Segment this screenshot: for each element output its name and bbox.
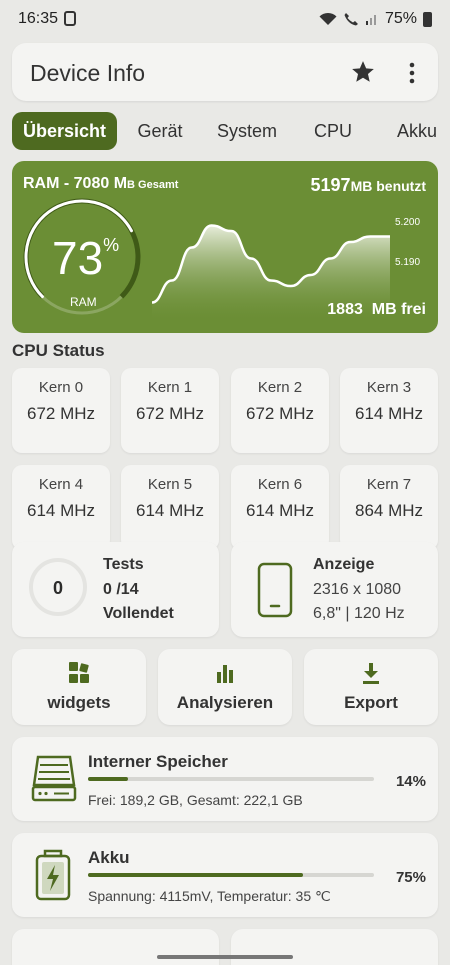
analyze-label: Analysieren xyxy=(176,693,274,712)
tab-cpu[interactable]: CPU xyxy=(302,112,364,150)
widgets-label: widgets xyxy=(47,693,111,712)
app-title: Device Info xyxy=(30,60,146,86)
export-button[interactable]: Export xyxy=(304,649,438,725)
widgets-button[interactable]: widgets xyxy=(12,649,146,725)
core-name: Kern 1 xyxy=(147,379,193,396)
core-card[interactable]: Kern 0 672 MHz xyxy=(12,368,110,453)
core-frequency: 614 MHz xyxy=(245,501,315,520)
tests-title: Tests xyxy=(103,556,144,573)
core-frequency: 672 MHz xyxy=(245,404,315,423)
star-icon[interactable] xyxy=(350,59,376,85)
storage-bar xyxy=(88,777,374,781)
ram-percent: 73% xyxy=(52,232,120,284)
download-icon xyxy=(304,661,438,685)
storage-icon xyxy=(31,755,77,802)
ram-title: RAM - 7080 MB Gesamt xyxy=(23,175,179,192)
bar-chart-icon xyxy=(158,661,292,685)
battery-bar xyxy=(88,873,374,877)
tests-progress: 0 /14 xyxy=(103,581,139,598)
core-card[interactable]: Kern 2 672 MHz xyxy=(231,368,329,453)
core-name: Kern 6 xyxy=(257,476,303,493)
wifi-icon xyxy=(319,12,337,25)
widgets-icon xyxy=(12,661,146,685)
tab-bar: Übersicht Gerät System CPU Akku xyxy=(12,112,450,150)
display-card[interactable]: Anzeige 2316 x 1080 6,8" | 120 Hz xyxy=(231,542,438,637)
storage-title: Interner Speicher xyxy=(88,752,228,771)
core-card[interactable]: Kern 5 614 MHz xyxy=(121,465,219,550)
tab-overview[interactable]: Übersicht xyxy=(12,112,117,150)
display-resolution: 2316 x 1080 xyxy=(313,581,402,598)
core-name: Kern 5 xyxy=(147,476,193,493)
tests-count: 0 xyxy=(52,578,63,598)
partial-card[interactable] xyxy=(12,929,219,965)
core-frequency: 864 MHz xyxy=(354,501,424,520)
core-frequency: 672 MHz xyxy=(26,404,96,423)
tab-device[interactable]: Gerät xyxy=(124,112,196,150)
core-name: Kern 7 xyxy=(366,476,412,493)
storage-percent: 14% xyxy=(395,773,426,790)
core-frequency: 672 MHz xyxy=(135,404,205,423)
core-frequency: 614 MHz xyxy=(26,501,96,520)
chart-tick-label: 5.190 xyxy=(395,257,421,268)
core-name: Kern 3 xyxy=(366,379,412,396)
display-spec: 6,8" | 120 Hz xyxy=(313,605,405,622)
core-card[interactable]: Kern 1 672 MHz xyxy=(121,368,219,453)
core-card[interactable]: Kern 7 864 MHz xyxy=(340,465,438,550)
battery-charging-icon xyxy=(35,849,71,901)
chart-tick-label: 5.200 xyxy=(395,217,421,228)
ram-gauge-label: RAM xyxy=(70,295,97,309)
cpu-status-heading: CPU Status xyxy=(12,341,105,360)
core-card[interactable]: Kern 3 614 MHz xyxy=(340,368,438,453)
export-label: Export xyxy=(344,693,398,712)
storage-detail: Frei: 189,2 GB, Gesamt: 222,1 GB xyxy=(88,792,303,808)
app-bar: Device Info xyxy=(12,43,438,101)
status-time: 16:35 xyxy=(18,10,59,27)
battery-title: Akku xyxy=(88,848,130,867)
core-frequency: 614 MHz xyxy=(135,501,205,520)
tab-system[interactable]: System xyxy=(208,112,286,150)
tests-ring: 0 xyxy=(29,558,87,616)
tab-battery[interactable]: Akku xyxy=(386,112,448,150)
storage-card[interactable]: Interner Speicher 14% Frei: 189,2 GB, Ge… xyxy=(12,737,438,821)
phone-icon xyxy=(257,562,293,618)
gesture-nav-bar[interactable] xyxy=(157,955,293,959)
core-name: Kern 2 xyxy=(257,379,303,396)
call-icon xyxy=(344,13,358,26)
core-card[interactable]: Kern 4 614 MHz xyxy=(12,465,110,550)
battery-detail: Spannung: 4115mV, Temperatur: 35 ℃ xyxy=(88,888,331,904)
storage-bar-fill xyxy=(88,777,129,781)
status-icons: 75% xyxy=(319,10,432,28)
ram-used: 5197MB benutzt xyxy=(310,175,426,195)
battery-text: 75% xyxy=(384,10,417,27)
battery-card[interactable]: Akku 75% Spannung: 4115mV, Temperatur: 3… xyxy=(12,833,438,917)
status-bar: 16:35 75% xyxy=(0,0,450,40)
core-card[interactable]: Kern 6 614 MHz xyxy=(231,465,329,550)
analyze-button[interactable]: Analysieren xyxy=(158,649,292,725)
display-title: Anzeige xyxy=(313,556,375,573)
notification-icon xyxy=(64,11,76,26)
tests-status: Vollendet xyxy=(103,605,174,622)
tests-card[interactable]: 0 Tests 0 /14 Vollendet xyxy=(12,542,219,637)
partial-card[interactable] xyxy=(231,929,438,965)
battery-percent: 75% xyxy=(395,869,426,886)
signal-icon xyxy=(365,15,376,25)
battery-icon xyxy=(423,11,432,27)
core-frequency: 614 MHz xyxy=(354,404,424,423)
ram-card[interactable]: RAM - 7080 MB Gesamt 5197MB benutzt 73% … xyxy=(12,161,438,333)
ram-free: 1883 MB frei xyxy=(327,301,426,318)
more-vert-icon[interactable] xyxy=(404,61,420,85)
battery-bar-fill xyxy=(88,873,303,877)
core-name: Kern 0 xyxy=(38,379,84,396)
core-name: Kern 4 xyxy=(38,476,84,493)
